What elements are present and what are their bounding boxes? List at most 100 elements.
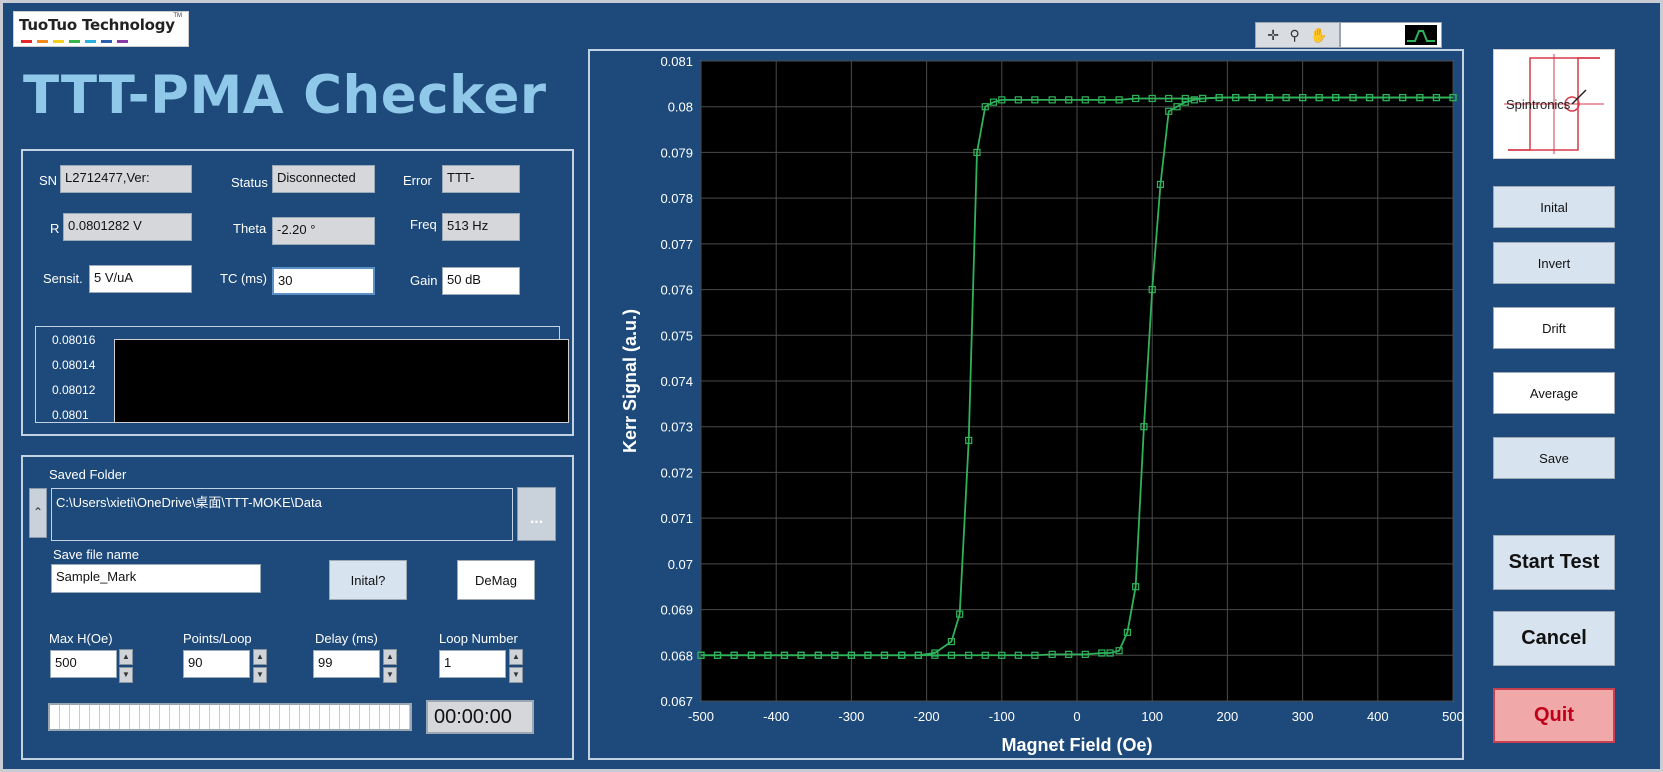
y-tick-label: 0.069	[660, 603, 693, 618]
app-title: TTT-PMA Checker	[23, 65, 547, 126]
y-tick-label: 0.07	[668, 557, 693, 572]
mini-y-tick: 0.08012	[52, 383, 96, 397]
hysteresis-chart: -500 -400 -300 -200 -100 0 100 200 300 400 500 0.06…	[620, 54, 1464, 755]
x-tick-label: -300	[838, 709, 864, 724]
y-tick-label: 0.076	[660, 283, 693, 298]
y-tick-label: 0.078	[660, 191, 693, 206]
mini-y-tick: 0.08016	[52, 333, 96, 347]
r-field: 0.0801282 V	[63, 213, 192, 241]
gain-label: Gain	[410, 273, 438, 288]
x-tick-label: -500	[688, 709, 714, 724]
r-label: R	[50, 221, 60, 236]
browse-folder-button[interactable]: ...	[517, 487, 556, 541]
pan-hand-icon[interactable]: ✋	[1310, 27, 1327, 44]
stepper-up-icon[interactable]: ▲	[383, 649, 397, 665]
status-field: Disconnected	[272, 165, 375, 193]
y-tick-label: 0.072	[660, 465, 693, 480]
cursor-tool-icon[interactable]: ✛	[1267, 27, 1279, 44]
delay-input[interactable]: 99	[313, 650, 380, 678]
tc-label: TC (ms)	[220, 271, 267, 286]
signal-monitor-plot-area	[114, 339, 569, 423]
tc-input[interactable]: 30	[272, 267, 375, 295]
loop-number-input[interactable]: 1	[439, 650, 506, 678]
stepper-up-icon[interactable]: ▲	[509, 649, 523, 665]
main-window: TuoTuo Technology TM TTT-PMA Checker SN …	[0, 0, 1663, 772]
demag-button[interactable]: DeMag	[457, 560, 535, 600]
invert-button[interactable]: Invert	[1493, 242, 1615, 284]
plot-legend[interactable]	[1340, 22, 1442, 48]
stepper-down-icon[interactable]: ▼	[119, 667, 133, 683]
error-label: Error	[403, 173, 432, 188]
spintronics-logo-text: Spintronics	[1506, 97, 1571, 112]
instrument-status-panel: SN L2712477,Ver: Status Disconnected Err…	[21, 149, 574, 436]
legend-line-icon	[1405, 25, 1437, 45]
stepper-up-icon[interactable]: ▲	[119, 649, 133, 665]
inital-check-button[interactable]: Inital?	[329, 560, 407, 600]
y-tick-label: 0.073	[660, 420, 693, 435]
delay-label: Delay (ms)	[315, 631, 378, 646]
zoom-tool-icon[interactable]: ⚲	[1290, 27, 1300, 44]
max-h-input[interactable]: 500	[50, 650, 117, 678]
cancel-button[interactable]: Cancel	[1493, 611, 1615, 666]
x-tick-label: 0	[1073, 709, 1080, 724]
sensitivity-label: Sensit.	[43, 271, 83, 286]
y-tick-label: 0.067	[660, 694, 693, 709]
y-tick-label: 0.071	[660, 511, 693, 526]
stepper-down-icon[interactable]: ▼	[383, 667, 397, 683]
logo-trademark: TM	[173, 13, 182, 19]
scan-settings-panel: Saved Folder ⌃ C:\Users\xieti\OneDrive\桌…	[21, 455, 574, 760]
save-button[interactable]: Save	[1493, 437, 1615, 479]
loop-number-stepper[interactable]: ▲ ▼	[509, 649, 523, 683]
x-tick-label: -400	[763, 709, 789, 724]
average-button[interactable]: Average	[1493, 372, 1615, 414]
mini-y-tick: 0.08014	[52, 358, 96, 372]
graph-palette[interactable]: ✛ ⚲ ✋	[1255, 22, 1340, 48]
spintronics-logo: Spintronics	[1493, 49, 1615, 159]
x-tick-label: 500	[1442, 709, 1464, 724]
start-test-button[interactable]: Start Test	[1493, 535, 1615, 590]
save-file-name-input[interactable]: Sample_Mark	[51, 564, 261, 593]
delay-stepper[interactable]: ▲ ▼	[383, 649, 397, 683]
y-tick-label: 0.081	[660, 54, 693, 69]
x-tick-label: 100	[1141, 709, 1163, 724]
max-h-label: Max H(Oe)	[49, 631, 113, 646]
x-tick-label: 200	[1217, 709, 1239, 724]
x-tick-label: 300	[1292, 709, 1314, 724]
stepper-down-icon[interactable]: ▼	[509, 667, 523, 683]
inital-button[interactable]: Inital	[1493, 186, 1615, 228]
y-tick-label: 0.075	[660, 328, 693, 343]
points-per-loop-input[interactable]: 90	[183, 650, 250, 678]
drift-button[interactable]: Drift	[1493, 307, 1615, 349]
y-tick-label: 0.079	[660, 145, 693, 160]
freq-label: Freq	[410, 217, 437, 232]
x-tick-label: -100	[989, 709, 1015, 724]
scan-progress-bar	[48, 703, 412, 731]
loop-number-label: Loop Number	[439, 631, 518, 646]
x-tick-label: 400	[1367, 709, 1389, 724]
saved-folder-path[interactable]: C:\Users\xieti\OneDrive\桌面\TTT-MOKE\Data	[51, 488, 513, 541]
logo-color-bar	[21, 40, 128, 43]
folder-scroll-handle[interactable]: ⌃	[29, 488, 47, 538]
quit-button[interactable]: Quit	[1493, 688, 1615, 743]
y-tick-label: 0.08	[668, 100, 693, 115]
grid-layer	[700, 60, 1454, 702]
points-per-loop-stepper[interactable]: ▲ ▼	[253, 649, 267, 683]
sensitivity-input[interactable]: 5 V/uA	[89, 265, 192, 293]
y-tick-label: 0.074	[660, 374, 693, 389]
y-tick-label: 0.068	[660, 648, 693, 663]
theta-label: Theta	[233, 221, 267, 236]
freq-field: 513 Hz	[442, 213, 520, 241]
y-axis-label: Kerr Signal (a.u.)	[620, 309, 640, 453]
status-label: Status	[231, 175, 268, 190]
signal-monitor-chart: 0.08016 0.08014 0.08012 0.0801	[35, 326, 569, 423]
stepper-down-icon[interactable]: ▼	[253, 667, 267, 683]
x-axis-label: Magnet Field (Oe)	[1001, 735, 1152, 755]
max-h-stepper[interactable]: ▲ ▼	[119, 649, 133, 683]
gain-input[interactable]: 50 dB	[442, 267, 520, 295]
tuotuo-logo: TuoTuo Technology TM	[13, 11, 189, 47]
elapsed-timer: 00:00:00	[426, 700, 534, 734]
saved-folder-label: Saved Folder	[49, 467, 127, 482]
points-per-loop-label: Points/Loop	[183, 631, 252, 646]
stepper-up-icon[interactable]: ▲	[253, 649, 267, 665]
sn-field: L2712477,Ver:	[60, 165, 192, 193]
